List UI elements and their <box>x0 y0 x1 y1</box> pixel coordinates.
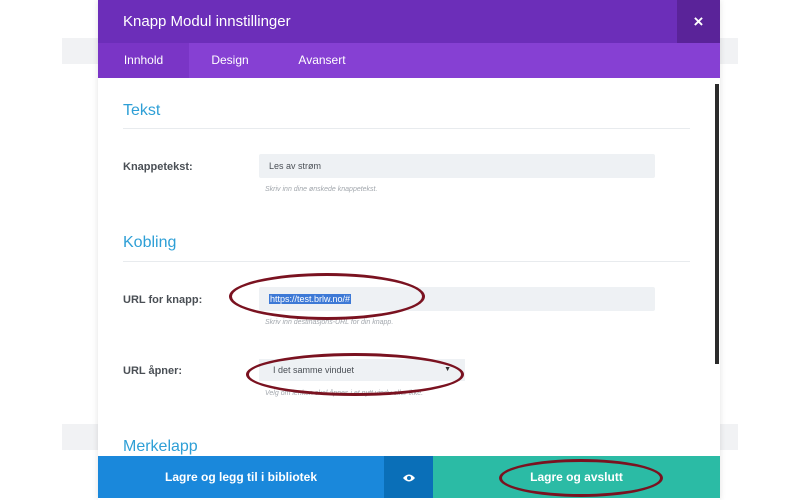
tab-innhold[interactable]: Innhold <box>98 43 189 78</box>
section-divider <box>123 128 690 129</box>
url-opens-value: I det samme vinduet <box>273 365 355 375</box>
save-and-add-to-library-button[interactable]: Lagre og legg til i bibliotek <box>98 456 384 498</box>
section-title-kobling: Kobling <box>123 234 177 251</box>
url-hint: Skriv inn destinasjons-URL for din knapp… <box>265 319 394 326</box>
url-label: URL for knapp: <box>123 294 203 306</box>
eye-icon <box>402 474 415 482</box>
close-icon: × <box>693 12 704 31</box>
tab-bar: Innhold Design Avansert <box>98 43 720 78</box>
url-opens-label: URL åpner: <box>123 365 183 377</box>
section-title-merkelapp: Merkelapp <box>123 438 198 455</box>
modal-title-bar: Knapp Modul innstillinger × <box>98 0 720 43</box>
scrollbar[interactable] <box>715 84 719 364</box>
modal-footer: Lagre og legg til i bibliotek Lagre og a… <box>98 456 720 498</box>
button-text-hint: Skriv inn dine ønskede knappetekst. <box>265 186 378 193</box>
button-text-label: Knappetekst: <box>123 161 193 173</box>
tab-avansert[interactable]: Avansert <box>278 43 366 78</box>
modal-title: Knapp Modul innstillinger <box>123 13 291 30</box>
settings-modal: Knapp Modul innstillinger × Innhold Desi… <box>98 0 720 500</box>
url-opens-select[interactable]: I det samme vinduet ▼ <box>259 359 465 381</box>
modal-content: Tekst Knappetekst: Les av strøm Skriv in… <box>98 78 720 456</box>
tab-design[interactable]: Design <box>193 43 267 78</box>
url-opens-hint: Velg om lenken skal åpnes i et nytt vind… <box>265 390 424 397</box>
url-input[interactable]: https://test.brlw.no/# <box>259 287 655 311</box>
dropdown-arrow-icon: ▼ <box>444 366 451 373</box>
section-divider <box>123 261 690 262</box>
close-button[interactable]: × <box>677 0 720 43</box>
button-text-input[interactable]: Les av strøm <box>259 154 655 178</box>
preview-button[interactable] <box>384 456 433 498</box>
save-and-exit-button[interactable]: Lagre og avslutt <box>433 456 720 498</box>
section-title-tekst: Tekst <box>123 102 161 119</box>
url-value-selected: https://test.brlw.no/# <box>269 294 352 304</box>
